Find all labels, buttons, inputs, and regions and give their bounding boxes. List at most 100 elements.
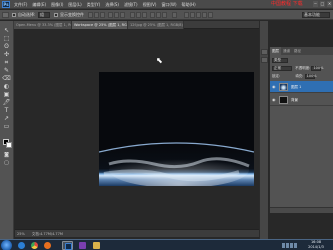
crop-tool-icon[interactable]: ⌗ bbox=[2, 59, 11, 66]
move-tool-icon[interactable]: ↖ bbox=[2, 27, 11, 34]
eraser-tool-icon[interactable]: ⌫ bbox=[2, 75, 11, 82]
align-bottom-button[interactable] bbox=[100, 12, 105, 18]
distribute-middle-button[interactable] bbox=[136, 12, 141, 18]
minimize-button[interactable]: ─ bbox=[313, 1, 318, 7]
quick-mask-icon[interactable]: ◙ bbox=[2, 152, 11, 159]
red-annotation-text: 中国教程 下载 bbox=[271, 1, 303, 7]
blend-row: 正常 不透明度: 100% bbox=[272, 65, 332, 71]
align-left-button[interactable] bbox=[108, 12, 113, 18]
tab-12f[interactable]: 12f.jpg @ 25% (图层 1, RGB/8) × bbox=[128, 21, 184, 29]
document-canvas[interactable] bbox=[99, 72, 254, 186]
align-right-button[interactable] bbox=[120, 12, 125, 18]
menu-item-select[interactable]: 选择(S) bbox=[105, 1, 119, 8]
brush-tool-icon[interactable]: ✎ bbox=[2, 67, 11, 74]
type-tool-icon[interactable]: T bbox=[2, 107, 11, 114]
auto-align-button[interactable] bbox=[172, 12, 177, 18]
menu-item-window[interactable]: 窗口(W) bbox=[161, 1, 176, 8]
auto-select-label: 自动选择: bbox=[18, 12, 36, 17]
photoshop-logo: Ps bbox=[2, 1, 10, 8]
taskbar-chrome-button[interactable] bbox=[29, 241, 40, 250]
taskbar-media-button[interactable] bbox=[77, 241, 88, 250]
tab-open-menu[interactable]: Open-Menu @ 33.3% (图层 1, RGB/8) × bbox=[14, 21, 72, 29]
fill-input[interactable]: 100% bbox=[304, 74, 317, 79]
marquee-tool-icon[interactable]: ⬚ bbox=[2, 35, 11, 42]
workspace-dropdown[interactable]: 基本功能 bbox=[302, 12, 330, 18]
taskbar-folder-button[interactable] bbox=[91, 241, 102, 250]
3d-rotate-button[interactable] bbox=[190, 12, 195, 18]
auto-select-dropdown[interactable]: 组 bbox=[38, 12, 50, 18]
tray-icon[interactable] bbox=[286, 243, 289, 248]
lock-label: 锁定: bbox=[272, 74, 281, 78]
background-color-swatch[interactable] bbox=[6, 142, 12, 148]
menu-item-type[interactable]: 类型(Y) bbox=[87, 1, 101, 8]
tray-icon[interactable] bbox=[294, 243, 297, 248]
auto-select-checkbox[interactable] bbox=[12, 13, 16, 17]
taskbar-ie-button[interactable] bbox=[16, 241, 27, 250]
tray-icon[interactable] bbox=[290, 243, 293, 248]
close-button[interactable]: ✕ bbox=[327, 1, 332, 7]
menu-item-layer[interactable]: 图层(L) bbox=[68, 1, 81, 8]
media-player-icon bbox=[79, 242, 86, 249]
menu-item-filter[interactable]: 滤镜(T) bbox=[124, 1, 138, 8]
menu-item-file[interactable]: 文件(F) bbox=[14, 1, 27, 8]
fill-label: 填充: bbox=[295, 74, 304, 78]
document-size: 文档:4.77M/4.77M bbox=[31, 232, 63, 236]
status-bar: 25% 文档:4.77M/4.77M bbox=[15, 229, 259, 237]
3d-roll-button[interactable] bbox=[196, 12, 201, 18]
blend-mode-dropdown[interactable]: 正常 bbox=[272, 66, 292, 71]
zoom-level[interactable]: 25% bbox=[17, 232, 25, 236]
taskbar-photoshop-button[interactable] bbox=[62, 241, 73, 250]
visibility-eye-icon[interactable]: ◉ bbox=[272, 97, 277, 102]
properties-panel-icon[interactable] bbox=[261, 57, 268, 63]
show-transform-label: 显示变换控件 bbox=[60, 12, 84, 17]
menu-item-view[interactable]: 视图(V) bbox=[143, 1, 157, 8]
tab-layers[interactable]: 图层 bbox=[270, 47, 281, 55]
opacity-input[interactable]: 100% bbox=[311, 66, 323, 71]
tab-paths[interactable]: 路径 bbox=[292, 47, 303, 55]
distribute-top-button[interactable] bbox=[130, 12, 135, 18]
pen-tool-icon[interactable]: 🖊 bbox=[2, 99, 11, 106]
taskbar-firefox-button[interactable] bbox=[42, 241, 53, 250]
lasso-tool-icon[interactable]: ʘ bbox=[2, 43, 11, 50]
maximize-button[interactable]: □ bbox=[320, 1, 325, 7]
menu-item-edit[interactable]: 编辑(E) bbox=[32, 1, 46, 8]
layer-row-layer1[interactable]: ◉ 图层 1 bbox=[270, 81, 333, 93]
3d-mode-button[interactable] bbox=[184, 12, 189, 18]
distribute-left-button[interactable] bbox=[150, 12, 155, 18]
distribute-bottom-button[interactable] bbox=[142, 12, 147, 18]
move-tool-preset-icon[interactable] bbox=[2, 12, 9, 18]
show-transform-checkbox[interactable] bbox=[54, 13, 58, 17]
screen-mode-icon[interactable]: ▢ bbox=[2, 160, 11, 167]
tab-workspace[interactable]: Workspace @ 25% (图层 1, RGB/8) × bbox=[72, 21, 128, 29]
windows-taskbar: 16:08 2014/1/3 bbox=[0, 239, 333, 250]
dodge-tool-icon[interactable]: ◐ bbox=[2, 83, 11, 90]
align-middle-button[interactable] bbox=[94, 12, 99, 18]
align-center-button[interactable] bbox=[114, 12, 119, 18]
layer-name[interactable]: 图层 1 bbox=[291, 83, 301, 91]
chrome-icon bbox=[31, 242, 38, 249]
path-select-tool-icon[interactable]: ↗ bbox=[2, 115, 11, 122]
visibility-eye-icon[interactable]: ◉ bbox=[272, 84, 277, 89]
tools-panel: ↖ ⬚ ʘ ✣ ⌗ ✎ ⌫ ◐ ▣ 🖊 T ↗ ▭ ✋ ◙ ▢ bbox=[0, 21, 14, 239]
layer-name[interactable]: 背景 bbox=[291, 96, 298, 104]
distribute-right-button[interactable] bbox=[162, 12, 167, 18]
align-top-button[interactable] bbox=[88, 12, 93, 18]
gradient-tool-icon[interactable]: ▣ bbox=[2, 91, 11, 98]
distribute-center-button[interactable] bbox=[156, 12, 161, 18]
quick-select-tool-icon[interactable]: ✣ bbox=[2, 51, 11, 58]
layers-panel-tabs: 图层 通道 路径 bbox=[270, 47, 333, 55]
shape-tool-icon[interactable]: ▭ bbox=[2, 123, 11, 130]
layer-row-background[interactable]: ◉ 背景 bbox=[270, 94, 333, 106]
3d-drag-button[interactable] bbox=[202, 12, 207, 18]
clock-date: 2014/1/3 bbox=[308, 245, 324, 249]
3d-slide-button[interactable] bbox=[208, 12, 213, 18]
tray-icon[interactable] bbox=[282, 243, 285, 248]
tab-channels[interactable]: 通道 bbox=[281, 47, 292, 55]
menu-item-help[interactable]: 帮助(H) bbox=[182, 1, 196, 8]
start-button[interactable] bbox=[1, 240, 12, 250]
menu-item-image[interactable]: 图像(I) bbox=[51, 1, 63, 8]
main-menu: 文件(F) 编辑(E) 图像(I) 图层(L) 类型(Y) 选择(S) 滤镜(T… bbox=[14, 1, 196, 8]
layer-kind-dropdown[interactable]: 类型 bbox=[272, 58, 288, 63]
history-panel-icon[interactable] bbox=[261, 49, 268, 55]
taskbar-clock[interactable]: 16:08 2014/1/3 bbox=[303, 240, 329, 250]
